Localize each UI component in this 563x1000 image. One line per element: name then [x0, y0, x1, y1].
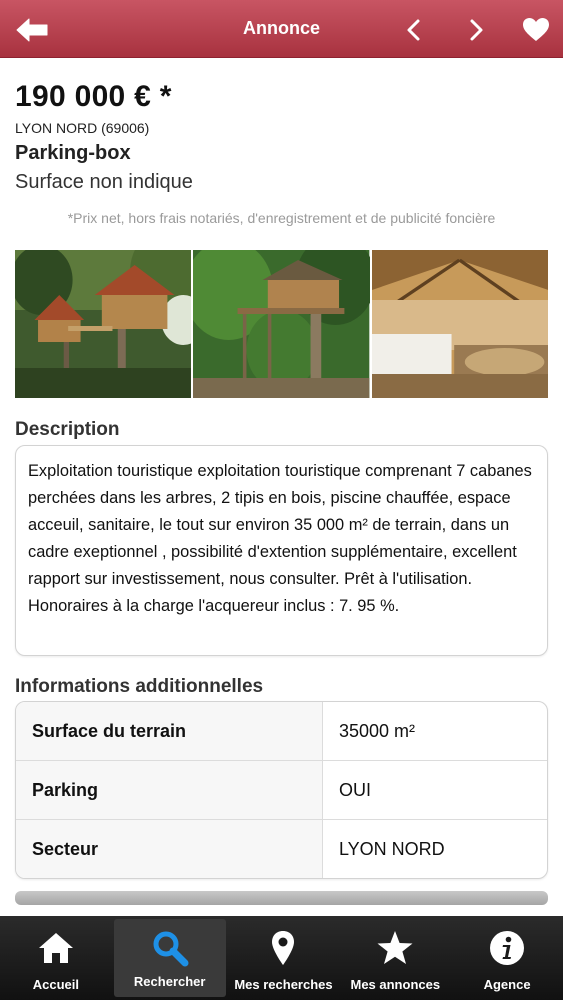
tab-mes-recherches[interactable]: Mes recherches	[228, 916, 340, 1000]
top-bar: Annonce	[0, 0, 563, 58]
price-disclaimer: *Prix net, hors frais notariés, d'enregi…	[67, 210, 496, 226]
listing-surface: Surface non indique	[15, 171, 193, 193]
info-table: Surface du terrain 35000 m² Parking OUI …	[15, 701, 548, 879]
tab-label: Rechercher	[133, 974, 206, 989]
photo-interior[interactable]	[371, 250, 548, 398]
tab-accueil[interactable]: Accueil	[0, 916, 112, 1000]
description-heading: Description	[15, 419, 120, 440]
tab-agence[interactable]: Agence	[451, 916, 563, 1000]
listing-type: Parking-box	[15, 142, 131, 164]
info-value: 35000 m²	[322, 702, 547, 760]
home-icon	[38, 933, 73, 963]
heart-icon	[523, 18, 549, 41]
chevron-right-icon	[470, 19, 483, 41]
chevron-left-icon	[407, 19, 420, 41]
table-row: Secteur LYON NORD	[16, 820, 547, 878]
photo-treehouse-2[interactable]	[193, 250, 370, 398]
description-text: Exploitation touristique exploitation to…	[15, 445, 548, 656]
star-icon	[377, 931, 413, 964]
search-icon	[153, 931, 189, 967]
tab-rechercher[interactable]: Rechercher	[113, 919, 226, 997]
photo-gallery	[15, 250, 548, 398]
tab-label: Accueil	[32, 977, 80, 992]
listing-location: LYON NORD (69006)	[15, 120, 150, 136]
info-label: Secteur	[16, 820, 322, 878]
tab-label: Mes annonces	[350, 977, 441, 992]
tab-label: Mes recherches	[234, 977, 333, 992]
photo-treehouse-1[interactable]	[15, 250, 192, 398]
map-pin-icon	[272, 931, 295, 965]
scroll-bar[interactable]	[15, 891, 548, 905]
info-label: Parking	[16, 761, 322, 819]
table-row: Parking OUI	[16, 761, 547, 820]
favorite-button[interactable]	[518, 14, 554, 46]
listing-detail: 190 000 € * LYON NORD (69006) Parking-bo…	[0, 58, 563, 916]
table-row: Surface du terrain 35000 m²	[16, 702, 547, 761]
info-icon	[490, 931, 525, 965]
tab-mes-annonces[interactable]: Mes annonces	[339, 916, 451, 1000]
info-value: LYON NORD	[322, 820, 547, 878]
listing-price: 190 000 € *	[15, 80, 172, 113]
previous-listing-button[interactable]	[396, 14, 432, 46]
tab-bar: Accueil Rechercher Mes recherches Mes an…	[0, 916, 563, 1000]
info-label: Surface du terrain	[16, 702, 322, 760]
info-value: OUI	[322, 761, 547, 819]
next-listing-button[interactable]	[458, 14, 494, 46]
info-heading: Informations additionnelles	[15, 676, 264, 697]
tab-label: Agence	[483, 977, 531, 992]
